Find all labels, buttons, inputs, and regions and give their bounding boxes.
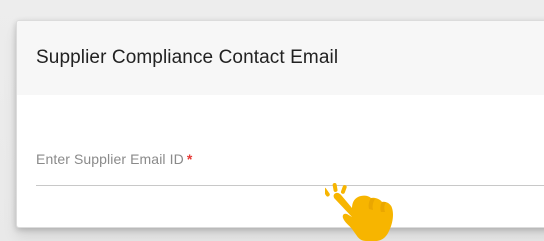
email-form-card: Supplier Compliance Contact Email Enter … — [16, 20, 544, 228]
page-background: Supplier Compliance Contact Email Enter … — [0, 0, 544, 241]
supplier-email-input[interactable] — [36, 137, 544, 183]
card-header: Supplier Compliance Contact Email — [17, 21, 544, 95]
supplier-email-field[interactable]: Enter Supplier Email ID * — [36, 137, 544, 187]
input-underline — [36, 185, 544, 186]
card-title: Supplier Compliance Contact Email — [36, 47, 339, 68]
hand-pointer-icon — [325, 183, 393, 241]
